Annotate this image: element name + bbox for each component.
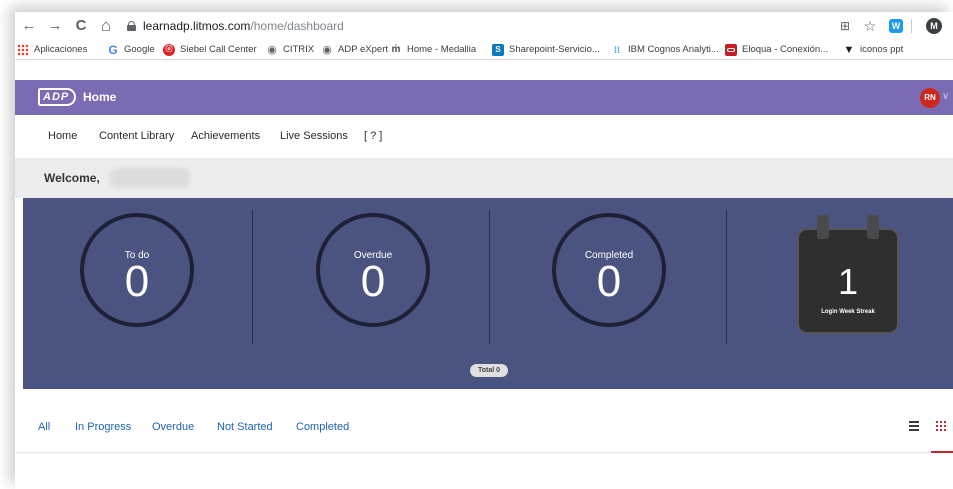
bookmark-google[interactable]: G Google	[107, 42, 154, 58]
streak-label: Login Week Streak	[821, 309, 875, 315]
bookmarks-bar: Aplicaciones G Google ⓞ Siebel Call Center…	[15, 40, 953, 60]
stat-divider	[489, 210, 490, 344]
welcome-banner: Welcome,	[15, 158, 953, 198]
url-path: /home/dashboard	[250, 19, 344, 33]
back-arrow-icon[interactable]: ←	[19, 16, 39, 36]
overdue-stat[interactable]: Overdue 0	[316, 213, 430, 327]
active-view-indicator	[931, 451, 953, 453]
eloqua-icon	[725, 44, 737, 56]
bookmark-citrix[interactable]: ◉ CITRIX	[266, 42, 314, 58]
app-title: Home	[83, 90, 117, 104]
browser-window: ← → C ⌂ learnadp.litmos.com/home/dashboa…	[15, 12, 953, 489]
bookmark-sharepoint[interactable]: S Sharepoint-Servicio...	[492, 42, 600, 58]
bookmark-star-icon[interactable]: ☆	[861, 17, 879, 35]
completed-value: 0	[596, 257, 622, 306]
bookmark-aplicaciones[interactable]: Aplicaciones	[17, 42, 87, 58]
tab-completed[interactable]: Completed	[296, 420, 349, 434]
calendar-icon: 1 Login Week Streak	[797, 215, 899, 334]
streak-value: 1	[837, 261, 859, 302]
nav-home[interactable]: Home	[48, 129, 77, 143]
main-nav: Home Content Library Achievements Live S…	[15, 115, 953, 158]
calendar-ring	[867, 215, 879, 239]
redacted-user-name	[110, 168, 190, 188]
bookmark-eloqua[interactable]: Eloqua - Conexión...	[725, 42, 828, 58]
adp-logo[interactable]: ADP	[38, 88, 76, 106]
todo-stat[interactable]: To do 0	[80, 213, 194, 327]
home-icon[interactable]: ⌂	[96, 16, 116, 36]
profile-avatar[interactable]: M	[926, 18, 942, 34]
completed-stat[interactable]: Completed 0	[552, 213, 666, 327]
overdue-value: 0	[360, 257, 386, 306]
globe-icon: ◉	[267, 44, 277, 56]
todo-value: 0	[124, 257, 150, 306]
sharepoint-icon: S	[492, 44, 504, 56]
url-field[interactable]: learnadp.litmos.com/home/dashboard	[125, 15, 885, 37]
apps-grid-icon	[17, 44, 29, 56]
stat-divider	[252, 210, 253, 344]
bookmark-adp-expert[interactable]: ◉ ADP eXpert	[321, 42, 388, 58]
bookmark-medallia[interactable]: ṁ Home - Medallia	[390, 42, 477, 58]
lock-icon	[127, 21, 136, 31]
extension-w-icon[interactable]: W	[889, 19, 903, 33]
medallia-icon: ṁ	[391, 44, 401, 55]
app-header: ADP Home RN ∨	[15, 80, 953, 115]
tab-overdue[interactable]: Overdue	[152, 420, 194, 434]
tab-in-progress[interactable]: In Progress	[75, 420, 131, 434]
stat-divider	[726, 210, 727, 344]
list-view-icon[interactable]	[909, 421, 919, 431]
translate-icon[interactable]: ⊞	[836, 17, 854, 35]
content-area	[15, 454, 953, 489]
filter-tabs: All In Progress Overdue Not Started Comp…	[15, 389, 953, 453]
tab-not-started[interactable]: Not Started	[217, 420, 273, 434]
user-avatar[interactable]: RN	[920, 88, 940, 108]
reload-icon[interactable]: C	[71, 16, 91, 36]
forward-arrow-icon[interactable]: →	[45, 16, 65, 36]
bookmark-ibm-cognos[interactable]: ⁞⁞ IBM Cognos Analyti...	[611, 42, 719, 58]
nav-achievements[interactable]: Achievements	[191, 129, 260, 143]
toolbar-divider	[911, 19, 912, 33]
stats-panel: To do 0 Overdue 0 Completed 0 1 Login We…	[23, 198, 953, 389]
welcome-text: Welcome,	[44, 171, 100, 185]
google-icon: G	[108, 43, 118, 57]
tab-all[interactable]: All	[38, 420, 50, 434]
siebel-icon: ⓞ	[163, 44, 175, 56]
funnel-icon: ▼	[843, 44, 855, 56]
url-host: learnadp.litmos.com	[143, 19, 251, 33]
nav-help[interactable]: [ ? ]	[364, 129, 382, 143]
bookmark-siebel[interactable]: ⓞ Siebel Call Center	[163, 42, 257, 58]
chevron-down-icon[interactable]: ∨	[942, 88, 949, 106]
nav-content-library[interactable]: Content Library	[99, 129, 174, 143]
bookmark-iconos-ppt[interactable]: ▼ iconos ppt	[843, 42, 904, 58]
ibm-cognos-icon: ⁞⁞	[614, 45, 620, 55]
grid-view-icon[interactable]	[936, 421, 946, 431]
total-badge: Total 0	[470, 364, 508, 377]
globe-icon: ◉	[322, 44, 332, 56]
address-bar-row: ← → C ⌂ learnadp.litmos.com/home/dashboa…	[15, 12, 953, 40]
calendar-ring	[817, 215, 829, 239]
nav-live-sessions[interactable]: Live Sessions	[280, 129, 348, 143]
